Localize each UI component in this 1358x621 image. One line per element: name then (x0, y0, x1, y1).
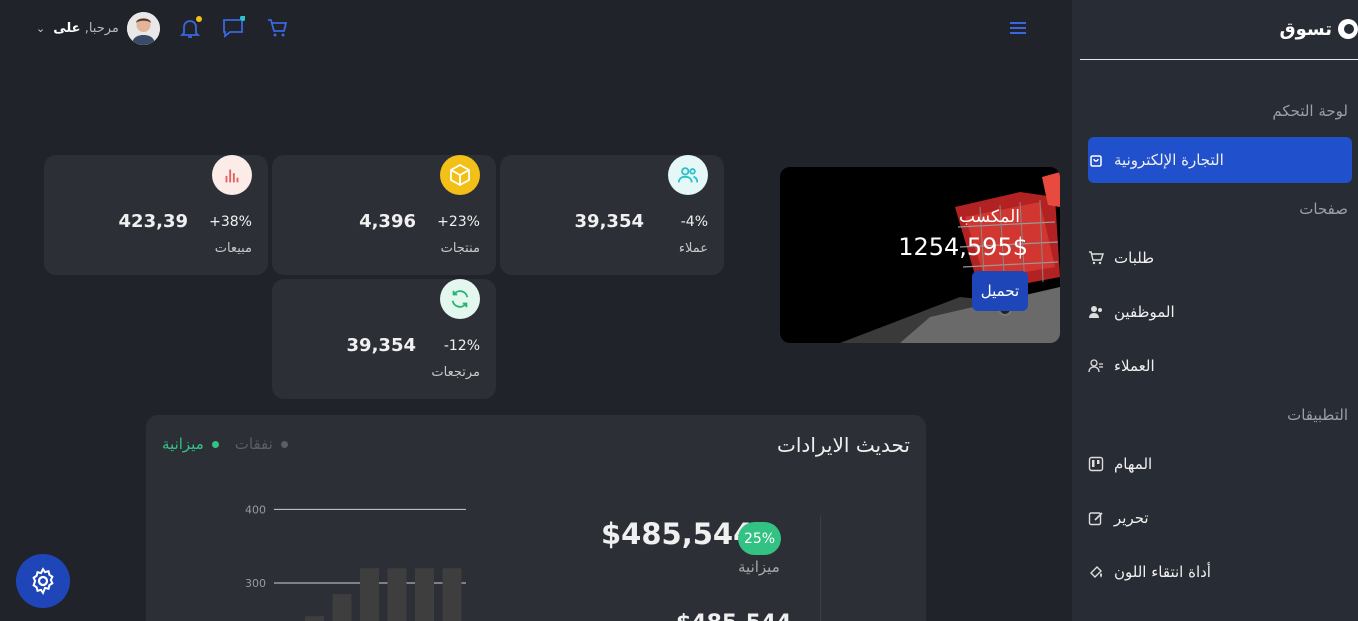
stat-card-products: +23% 4,396 منتجات (272, 155, 496, 275)
revenue-bar-chart: 300 400 (245, 503, 466, 621)
stat-card-customers: -4% 39,354 عملاء (500, 155, 724, 275)
chart-legend: ميزانية نفقات (162, 435, 288, 453)
stat-change: -4% (680, 214, 708, 230)
stat-value: 423,39 (118, 211, 188, 232)
chat-icon[interactable] (221, 16, 245, 40)
chevron-down-icon: ⌄ (36, 21, 46, 35)
legend-item-budget[interactable]: ميزانية (162, 435, 219, 453)
chart-bar[interactable] (305, 616, 324, 621)
sidebar-item-label: المهام (1114, 455, 1153, 473)
chart-bar[interactable] (415, 568, 434, 621)
revenue-badge: 25% (738, 522, 781, 555)
revenue-title: تحديث الايرادات (777, 433, 910, 457)
revenue-amount: $485,544 (601, 517, 754, 551)
bell-icon[interactable] (178, 16, 202, 40)
earnings-card: المكسب 1254,595$ تحميل (780, 167, 1060, 343)
cart-icon (1089, 251, 1104, 265)
legend-dot (211, 440, 219, 448)
stat-card-refunds: -12% 39,354 مرتجعات (272, 279, 496, 399)
stat-change: +23% (437, 214, 480, 230)
sidebar-item-ecommerce[interactable]: التجارة الإلكترونية (1088, 137, 1352, 183)
cart-icon[interactable] (266, 16, 290, 40)
stat-card-sales: +38% 423,39 مبيعات (44, 155, 268, 275)
refresh-icon (440, 279, 480, 319)
settings-button[interactable] (16, 554, 70, 608)
revenue-sub-label: ميزانية (738, 558, 780, 576)
hamburger-menu-icon[interactable] (1006, 16, 1030, 40)
sidebar-item-orders[interactable]: طلبات (1088, 235, 1352, 281)
customers-icon (1088, 359, 1103, 373)
kanban-icon (1088, 456, 1104, 472)
sidebar-item-label: أداة انتقاء اللون (1114, 563, 1211, 581)
stat-change: -12% (443, 338, 480, 354)
brand[interactable]: تسوق (1280, 16, 1358, 42)
sidebar-item-label: طلبات (1114, 249, 1155, 267)
bar-chart-icon (212, 155, 252, 195)
download-button[interactable]: تحميل (972, 271, 1028, 311)
sidebar: تسوق لوحة التحكم التجارة الإلكترونية صفح… (1072, 0, 1358, 621)
sidebar-item-tasks[interactable]: المهام (1088, 441, 1352, 487)
chart-bar[interactable] (360, 568, 379, 621)
nav-section-pages: صفحات (1299, 200, 1348, 218)
user-greeting: مرحبا, على (53, 20, 119, 36)
sidebar-item-color-picker[interactable]: أداة انتقاء اللون (1088, 549, 1352, 595)
gear-icon (32, 567, 54, 596)
y-tick-label: 400 (245, 503, 266, 516)
shopping-bag-icon (1090, 155, 1102, 167)
sidebar-item-label: الموظفين (1114, 303, 1175, 321)
users-icon (668, 155, 708, 195)
stat-label: عملاء (678, 241, 708, 256)
brand-logo-icon (1338, 19, 1358, 39)
stat-value: 39,354 (346, 335, 416, 356)
sidebar-item-label: التجارة الإلكترونية (1114, 151, 1224, 169)
chart-bar[interactable] (387, 568, 407, 621)
box-icon (440, 155, 480, 195)
chart-bar[interactable] (332, 594, 352, 621)
legend-dot (280, 440, 288, 448)
stat-value: 39,354 (574, 211, 644, 232)
user-menu[interactable]: ⌄ مرحبا, على (36, 10, 160, 46)
edit-icon (1088, 512, 1103, 526)
revenue-panel: تحديث الايرادات ميزانية نفقات 300 400 $48… (146, 415, 926, 621)
y-tick-label: 300 (245, 577, 266, 590)
brand-name: تسوق (1279, 18, 1332, 40)
stat-label: مبيعات (214, 241, 252, 256)
nav-section-dashboard: لوحة التحكم (1272, 102, 1348, 120)
chart-bar[interactable] (442, 568, 462, 621)
divider (820, 515, 821, 621)
revenue-amount-secondary: $485,544 (676, 611, 792, 621)
earnings-title: المكسب (959, 207, 1020, 227)
legend-label: نفقات (234, 435, 273, 453)
stat-value: 4,396 (359, 211, 416, 232)
stat-change: +38% (209, 214, 252, 230)
earnings-value: 1254,595$ (898, 233, 1028, 261)
nav-section-apps: التطبيقات (1287, 406, 1348, 424)
color-picker-icon (1090, 566, 1102, 578)
stat-label: مرتجعات (431, 365, 480, 380)
legend-label: ميزانية (162, 435, 204, 453)
sidebar-item-label: العملاء (1114, 357, 1155, 375)
sidebar-item-customers[interactable]: العملاء (1088, 343, 1352, 389)
sidebar-item-label: تحرير (1114, 509, 1149, 527)
staff-icon (1089, 306, 1102, 318)
sidebar-divider (1080, 59, 1358, 60)
sidebar-item-edit[interactable]: تحرير (1088, 495, 1352, 541)
sidebar-item-staff[interactable]: الموظفين (1088, 289, 1352, 335)
avatar (126, 11, 160, 45)
legend-item-expenses[interactable]: نفقات (235, 435, 288, 453)
stat-label: منتجات (440, 241, 480, 256)
